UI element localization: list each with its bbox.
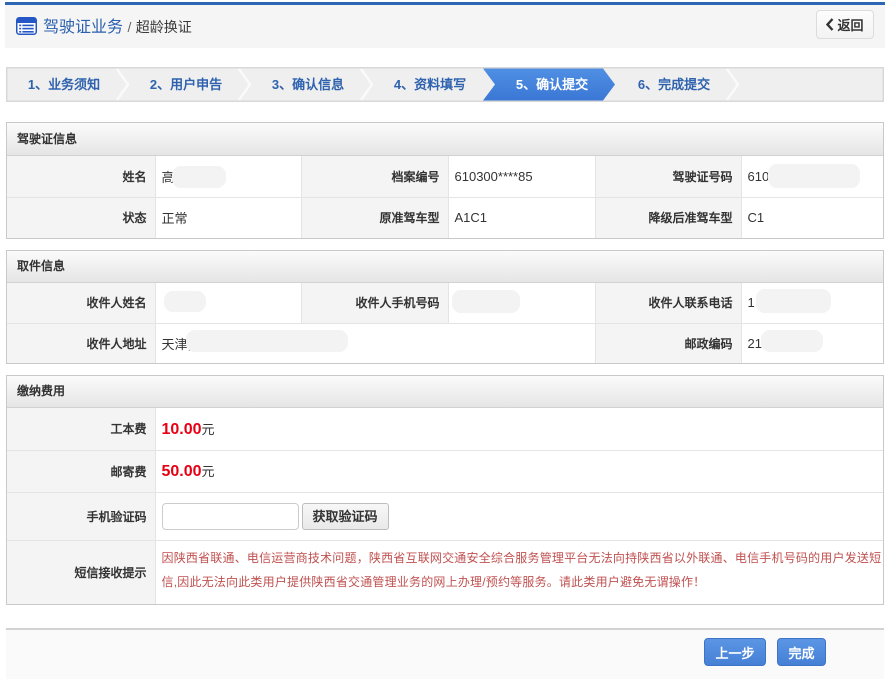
svg-text:4、资料填写: 4、资料填写: [394, 77, 466, 92]
svg-text:1、业务须知: 1、业务须知: [28, 77, 100, 92]
svg-text:6、完成提交: 6、完成提交: [638, 77, 710, 92]
svg-text:3、确认信息: 3、确认信息: [272, 77, 344, 92]
svg-text:5、确认提交: 5、确认提交: [516, 77, 588, 92]
svg-text:2、用户申告: 2、用户申告: [150, 77, 222, 92]
